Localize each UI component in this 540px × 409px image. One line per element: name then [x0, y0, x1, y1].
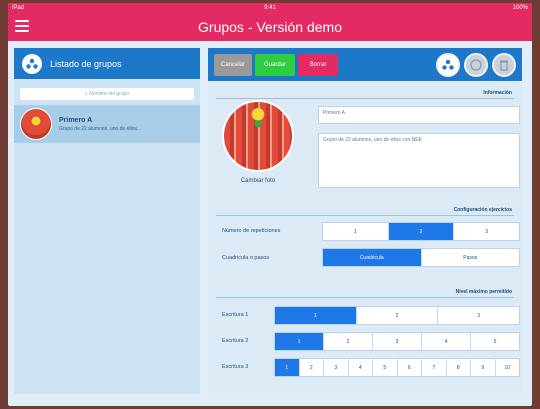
writing-3-option[interactable]: 6: [398, 359, 422, 376]
status-bar: iPad 9:41 100%: [8, 3, 532, 12]
group-name: Primero A: [59, 116, 93, 124]
writing-2-label: Escritura 2: [222, 338, 249, 344]
status-carrier: iPad: [12, 4, 25, 11]
trash-icon[interactable]: [492, 52, 516, 77]
writing-2-option[interactable]: 1: [275, 333, 324, 350]
repetitions-option-2[interactable]: 2: [388, 223, 455, 240]
group-description-field[interactable]: Grupo de 22 alumnos, uno de ellos con NE…: [318, 133, 520, 188]
group-name-field[interactable]: Primero A: [318, 106, 520, 124]
group-list-item[interactable]: Primero A Grupo de 22 alumnos, uno de el…: [14, 105, 200, 143]
group-list-header: Listado de grupos: [14, 48, 200, 79]
writing-3-label: Escritura 3: [222, 364, 249, 370]
group-list-panel: Listado de grupos ⌕ Nombre del grupo Pri…: [14, 48, 200, 394]
steps-option[interactable]: Pasos: [422, 249, 520, 266]
writing-1-selector[interactable]: 1 2 3: [274, 306, 520, 325]
search-placeholder: Nombre del grupo: [89, 91, 130, 97]
team-logo-icon: [22, 53, 42, 74]
group-name-value: Primero A: [323, 110, 345, 116]
group-photo[interactable]: [222, 100, 294, 172]
writing-2-option[interactable]: 2: [324, 333, 373, 350]
title-bar: Grupos - Versión demo: [8, 12, 532, 41]
writing-1-label: Escritura 1: [222, 312, 249, 318]
group-list-title: Listado de grupos: [50, 58, 122, 69]
repetitions-option-1[interactable]: 1: [323, 223, 389, 240]
grid-or-steps-label: Cuadricula o pasos: [222, 255, 270, 261]
levels-section-title: Nivel máximo permitido: [455, 289, 512, 295]
status-time: 9:41: [264, 4, 276, 11]
status-battery: 100%: [512, 4, 528, 11]
menu-icon[interactable]: [15, 20, 29, 32]
repetitions-option-3[interactable]: 3: [454, 223, 519, 240]
info-divider: [216, 98, 514, 99]
group-avatar: [20, 108, 52, 140]
config-divider: [216, 215, 514, 216]
writing-2-option[interactable]: 4: [422, 333, 471, 350]
writing-2-option[interactable]: 5: [471, 333, 519, 350]
writing-3-option[interactable]: 7: [422, 359, 447, 376]
info-section-title: Información: [483, 90, 512, 96]
levels-divider: [216, 297, 514, 298]
save-button[interactable]: Guardar: [255, 53, 295, 76]
delete-button[interactable]: Borrar: [298, 53, 338, 76]
writing-3-selector[interactable]: 1 2 3 4 5 6 7 8 9 10: [274, 358, 520, 377]
repetitions-label: Número de repeticiones: [222, 228, 281, 234]
ball-icon[interactable]: [464, 52, 488, 77]
config-section-title: Configuración ejercicios: [453, 207, 512, 213]
writing-2-option[interactable]: 3: [373, 333, 422, 350]
writing-3-option[interactable]: 5: [373, 359, 398, 376]
writing-3-option[interactable]: 8: [447, 359, 471, 376]
group-description-value: Grupo de 22 alumnos, uno de ellos con NE…: [323, 137, 422, 143]
writing-3-option[interactable]: 1: [275, 359, 300, 376]
app-title: Grupos - Versión demo: [198, 18, 342, 35]
detail-toolbar: Cancelar Guardar Borrar: [208, 48, 522, 81]
writing-3-option[interactable]: 10: [496, 359, 520, 376]
repetitions-selector[interactable]: 1 2 3: [322, 222, 520, 241]
writing-2-selector[interactable]: 1 2 3 4 5: [274, 332, 520, 351]
writing-3-option[interactable]: 9: [471, 359, 496, 376]
group-description: Grupo de 22 alumnos, uno de ellos...: [59, 125, 141, 132]
group-detail-panel: Cancelar Guardar Borrar Información Camb…: [208, 48, 522, 394]
cancel-button[interactable]: Cancelar: [214, 53, 252, 76]
writing-1-option[interactable]: 1: [275, 307, 357, 324]
team-icon[interactable]: [436, 52, 460, 77]
writing-1-option[interactable]: 3: [438, 307, 519, 324]
change-photo-link[interactable]: Cambiar foto: [222, 178, 294, 184]
grid-or-steps-selector[interactable]: Cuadricula Pasos: [322, 248, 520, 267]
group-search-input[interactable]: ⌕ Nombre del grupo: [20, 88, 194, 100]
writing-3-option[interactable]: 3: [324, 359, 349, 376]
writing-3-option[interactable]: 4: [349, 359, 373, 376]
grid-option[interactable]: Cuadricula: [323, 249, 422, 266]
writing-3-option[interactable]: 2: [300, 359, 324, 376]
writing-1-option[interactable]: 2: [357, 307, 439, 324]
